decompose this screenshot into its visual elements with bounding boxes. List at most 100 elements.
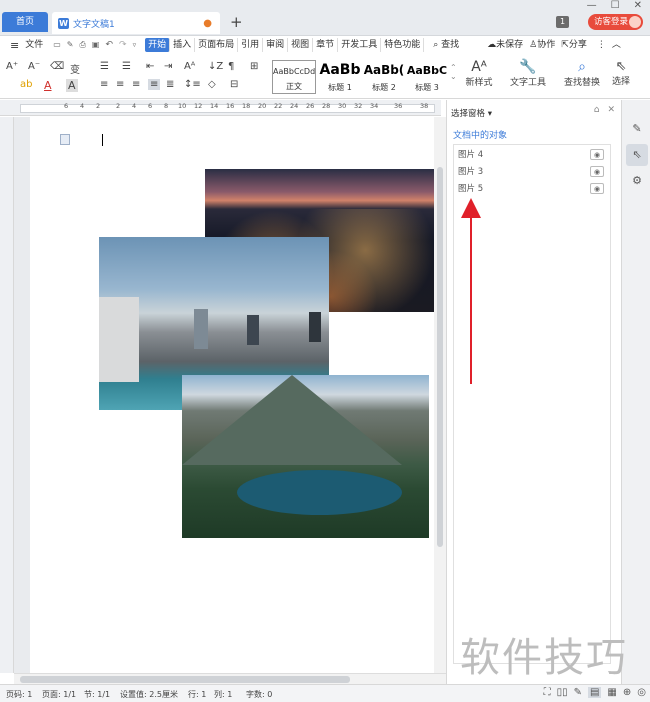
line-spacing-icon[interactable]: ↕≡ <box>184 79 201 90</box>
align-right-icon[interactable]: ≡ <box>132 79 140 90</box>
numbered-list-icon[interactable]: ☰ <box>122 61 131 72</box>
style-normal[interactable]: AaBbCcDd 正文 <box>272 60 316 94</box>
menu-view[interactable]: 视图 <box>288 38 314 52</box>
char-shading-icon[interactable]: A <box>66 79 78 92</box>
hamburger-icon[interactable]: ≡ <box>0 39 22 52</box>
tab-home[interactable]: 首页 <box>2 12 48 32</box>
sort-icon[interactable]: ↓Z <box>208 61 223 72</box>
share-button[interactable]: ⇱分享 <box>558 38 590 52</box>
menu-features[interactable]: 特色功能 <box>381 38 425 52</box>
menu-section[interactable]: 章节 <box>313 38 339 52</box>
quick-access-dropdown-icon[interactable]: ▿ <box>130 38 140 52</box>
menu-insert[interactable]: 插入 <box>170 38 196 52</box>
show-marks-icon[interactable]: ¶ <box>228 61 234 72</box>
vertical-scroll-thumb[interactable] <box>437 167 443 547</box>
menu-page-layout[interactable]: 页面布局 <box>195 38 239 52</box>
visibility-eye-icon[interactable]: ◉ <box>590 149 604 160</box>
horizontal-scrollbar[interactable] <box>14 673 446 684</box>
visibility-eye-icon[interactable]: ◉ <box>590 166 604 177</box>
font-increase-icon[interactable]: A⁺ <box>6 61 18 72</box>
read-mode-icon[interactable]: ▯▯ <box>557 687 568 698</box>
status-pages[interactable]: 页面: 1/1 <box>42 689 76 700</box>
pen-icon[interactable]: ✎ <box>626 118 648 140</box>
phonetic-icon[interactable]: 变 <box>70 61 80 76</box>
unsaved-status[interactable]: ☁未保存 <box>484 38 526 52</box>
collapse-ribbon-icon[interactable]: ︿ <box>609 38 624 52</box>
text-direction-icon[interactable]: Aᴬ <box>184 61 195 72</box>
distribute-icon[interactable]: ≣ <box>166 79 174 90</box>
table-icon[interactable]: ⊞ <box>250 61 258 72</box>
bullet-list-icon[interactable]: ☰ <box>100 61 109 72</box>
style-heading2[interactable]: AaBb( 标题 2 <box>362 60 406 94</box>
undo-icon[interactable]: ↶ <box>102 38 116 52</box>
text-tools-button[interactable]: 🔧 文字工具 <box>508 59 548 88</box>
decrease-indent-icon[interactable]: ⇤ <box>146 61 154 72</box>
web-view-icon[interactable]: ⊕ <box>623 687 631 698</box>
highlight-icon[interactable]: ab <box>20 79 32 90</box>
pane-close-icon[interactable]: ✕ <box>607 105 615 115</box>
font-color-icon[interactable]: A <box>44 79 52 92</box>
vertical-ruler[interactable] <box>0 117 14 673</box>
horizontal-ruler[interactable]: 6 4 2 2 4 6 8 10 12 14 16 18 20 22 24 26… <box>0 100 441 116</box>
status-row[interactable]: 行: 1 <box>188 689 206 700</box>
find-replace-button[interactable]: ⌕ 查找替换 <box>560 59 604 88</box>
justify-icon[interactable]: ≡ <box>148 79 161 90</box>
fullscreen-icon[interactable]: ⛶ <box>544 687 551 698</box>
close-icon[interactable]: ✕ <box>634 0 642 11</box>
style-heading1[interactable]: AaBb 标题 1 <box>318 60 362 94</box>
font-decrease-icon[interactable]: A⁻ <box>28 61 40 72</box>
status-col[interactable]: 列: 1 <box>214 689 232 700</box>
status-page-number[interactable]: 页码: 1 <box>6 689 32 700</box>
styles-scroll-icon[interactable]: ⌃ ⌄ <box>450 63 457 81</box>
collaborate-button[interactable]: ♙协作 <box>526 38 558 52</box>
horizontal-scroll-thumb[interactable] <box>20 676 350 683</box>
window-count-badge[interactable]: 1 <box>556 16 569 28</box>
new-style-button[interactable]: Aᴬ 新样式 <box>464 59 494 88</box>
menu-search[interactable]: ⌕ 查找 <box>430 38 462 52</box>
status-section[interactable]: 节: 1/1 <box>84 689 110 700</box>
save-icon[interactable]: ▭ <box>50 38 64 52</box>
redo-icon[interactable]: ↷ <box>116 38 130 52</box>
selection-cursor-icon[interactable]: ⇖ <box>626 144 648 166</box>
list-item[interactable]: 图片 5 ◉ <box>454 181 610 197</box>
border-icon[interactable]: ⊟ <box>230 79 238 90</box>
maximize-icon[interactable]: ☐ <box>611 0 620 11</box>
print-icon[interactable]: ⎙ <box>77 38 89 52</box>
status-setting[interactable]: 设置值: 2.5厘米 <box>120 689 178 700</box>
paragraph-anchor-icon[interactable] <box>60 134 70 145</box>
list-item[interactable]: 图片 3 ◉ <box>454 164 610 180</box>
print-preview-icon[interactable]: ▣ <box>89 38 103 52</box>
menu-file[interactable]: 文件 <box>22 38 46 52</box>
status-word-count[interactable]: 字数: 0 <box>246 689 272 700</box>
menu-start[interactable]: 开始 <box>145 38 171 52</box>
write-mode-icon[interactable]: ✎ <box>574 687 582 698</box>
list-item[interactable]: 图片 4 ◉ <box>454 147 610 163</box>
unsaved-label: 未保存 <box>496 40 524 50</box>
format-painter-icon[interactable]: ✎ <box>64 38 77 52</box>
eye-protect-icon[interactable]: ◎ <box>637 687 646 698</box>
clear-format-icon[interactable]: ⌫ <box>50 61 64 72</box>
picture-5-mountain-lake[interactable] <box>182 375 429 538</box>
page-view-icon[interactable]: ▤ <box>587 687 602 698</box>
visibility-eye-icon[interactable]: ◉ <box>590 183 604 194</box>
minimize-icon[interactable]: — <box>587 0 597 11</box>
align-left-icon[interactable]: ≡ <box>100 79 108 90</box>
align-center-icon[interactable]: ≡ <box>116 79 124 90</box>
style-heading3[interactable]: AaBbC 标题 3 <box>406 60 448 94</box>
vertical-scrollbar[interactable] <box>434 117 446 673</box>
new-tab-button[interactable]: + <box>230 13 243 31</box>
tab-document[interactable]: W 文字文稿1 ● <box>52 12 220 34</box>
select-button[interactable]: ⇖ 选择 <box>608 59 634 87</box>
menu-search-label: 查找 <box>441 40 460 50</box>
menu-developer[interactable]: 开发工具 <box>338 38 382 52</box>
pin-icon[interactable]: ⌂ <box>594 105 600 115</box>
guest-login-button[interactable]: 访客登录 <box>588 14 643 30</box>
increase-indent-icon[interactable]: ⇥ <box>164 61 172 72</box>
settings-sliders-icon[interactable]: ⚙ <box>626 170 648 192</box>
menu-review[interactable]: 审阅 <box>263 38 289 52</box>
menu-references[interactable]: 引用 <box>238 38 264 52</box>
outline-view-icon[interactable]: ▦ <box>607 687 616 698</box>
selection-pane-title[interactable]: 选择窗格 ▾ <box>451 107 492 119</box>
fill-color-icon[interactable]: ◇ <box>208 79 216 90</box>
more-icon[interactable]: ⋮ <box>594 38 609 52</box>
